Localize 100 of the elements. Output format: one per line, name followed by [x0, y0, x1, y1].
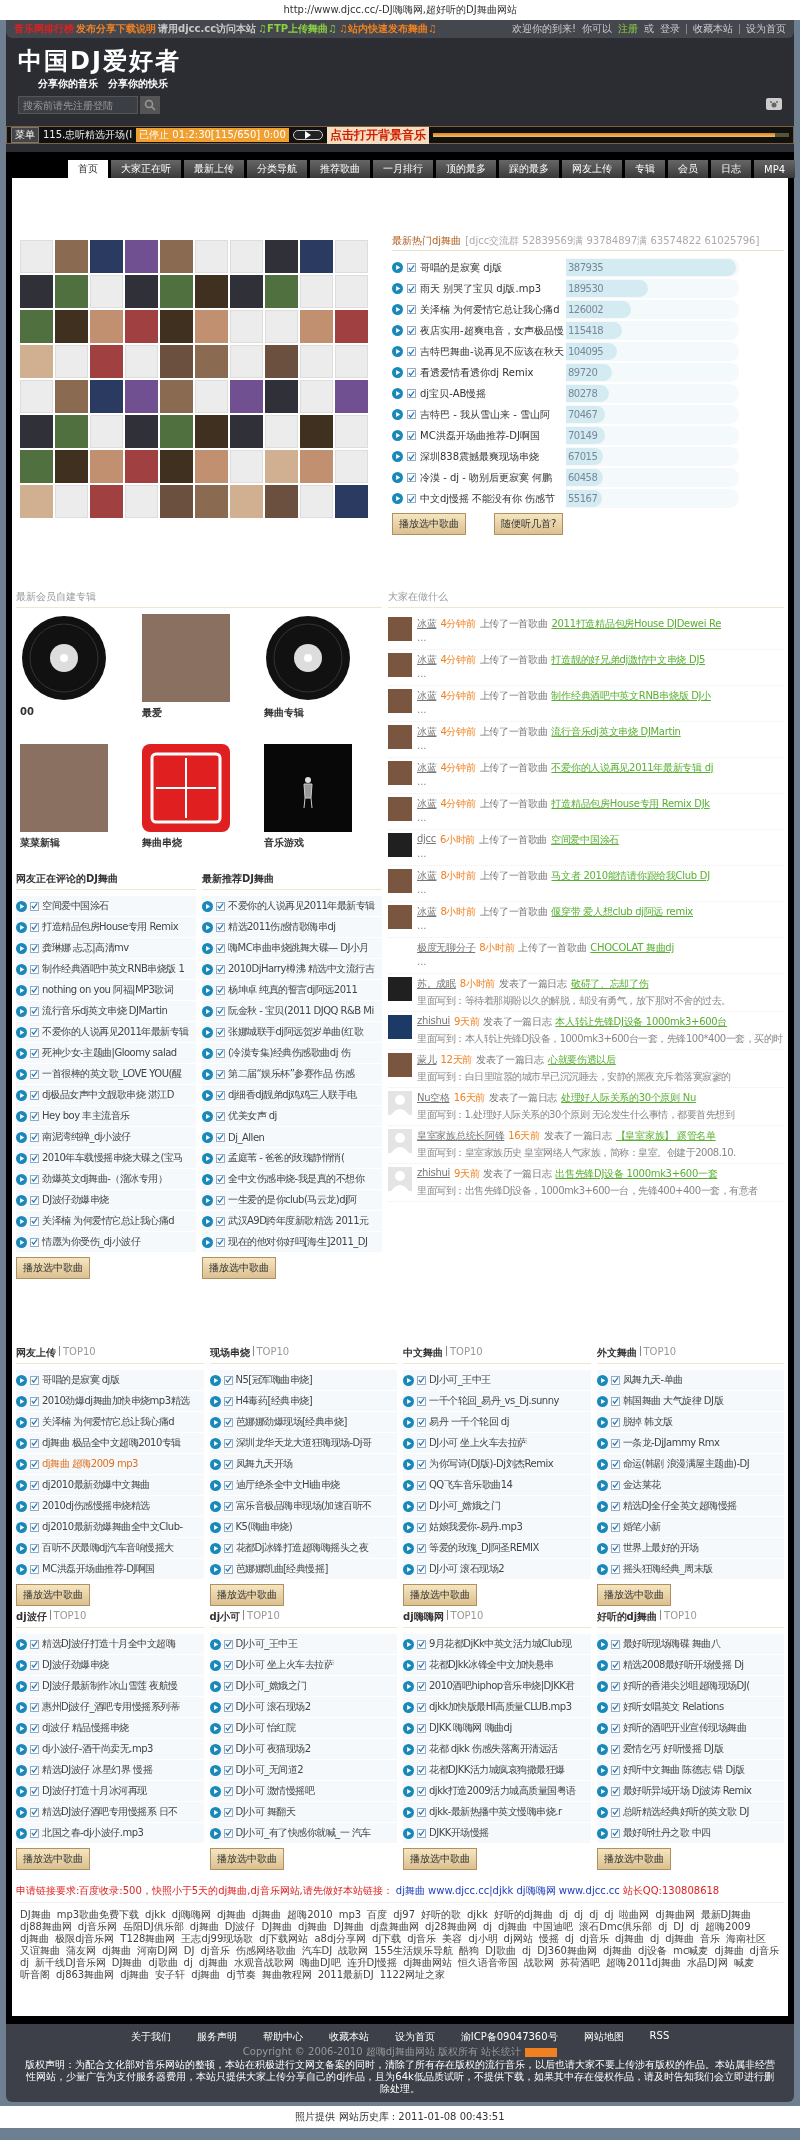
checkbox[interactable] [223, 1522, 233, 1532]
keyword-link[interactable]: dj下载网站 [259, 1933, 309, 1945]
song-link[interactable]: 关泽楠 为何爱情它总让我心痛d [420, 302, 562, 317]
play-icon[interactable] [202, 1026, 213, 1038]
keyword-link[interactable]: dj盘舞曲网 [369, 1921, 420, 1933]
checkbox[interactable] [407, 368, 416, 377]
play-icon[interactable] [16, 1479, 27, 1491]
keyword-link[interactable]: DJ舞曲 [111, 1957, 143, 1969]
play-icon[interactable] [16, 1047, 27, 1059]
keyword-link[interactable]: dj舞曲 [665, 1933, 695, 1945]
keyword-link[interactable]: mc喊麦 [673, 1945, 709, 1957]
play-icon[interactable] [403, 1563, 414, 1575]
stats-badge-icon[interactable] [525, 2047, 558, 2057]
checkbox[interactable] [30, 1027, 39, 1037]
keyword-link[interactable]: dj舞曲 [102, 1945, 132, 1957]
album-title[interactable]: 00 [20, 706, 132, 717]
play-icon[interactable] [403, 1701, 414, 1713]
checkbox[interactable] [30, 1396, 39, 1406]
song-link[interactable]: 中文dj慢摇 不能没有你 伤感节 [420, 491, 562, 506]
play-icon[interactable] [596, 1680, 608, 1692]
keyword-link[interactable]: djkk [467, 1909, 488, 1921]
header-link[interactable]: ♫站内快速发布舞曲♫ [339, 22, 437, 36]
play-icon[interactable] [209, 1395, 221, 1407]
play-icon[interactable] [202, 1236, 213, 1248]
play-icon[interactable] [209, 1806, 221, 1818]
paw-icon[interactable] [766, 98, 782, 110]
album-title[interactable]: 菜菜新辑 [20, 836, 132, 850]
checkbox[interactable] [30, 1048, 39, 1058]
checkbox[interactable] [610, 1786, 620, 1796]
site-link[interactable]: dj舞曲 www.djcc.cc|djkk dj嗨嗨网 www.djcc.cc [395, 1884, 620, 1898]
checkbox[interactable] [30, 1639, 39, 1649]
background-music-banner[interactable]: 点击打开背景音乐 [326, 126, 429, 144]
keyword-link[interactable]: dj网站 [503, 1933, 533, 1945]
album-title[interactable]: 舞曲串烧 [142, 836, 254, 850]
keyword-link[interactable]: dj97 [393, 1909, 415, 1921]
play-icon[interactable] [16, 1806, 27, 1818]
footer-link[interactable]: 网站地图 [583, 2030, 624, 2044]
checkbox[interactable] [30, 1111, 39, 1121]
play-icon[interactable] [392, 451, 403, 462]
play-icon[interactable] [596, 1743, 608, 1755]
checkbox[interactable] [417, 1522, 426, 1532]
nav-tab[interactable]: 最新上传 [184, 160, 244, 178]
play-button[interactable]: 播放选中歌曲 [403, 1584, 477, 1606]
user-link[interactable]: 冰蓝 [417, 653, 437, 667]
song-link[interactable]: 脱掉 韩文版 [622, 1415, 673, 1429]
play-icon[interactable] [403, 1680, 414, 1692]
play-icon[interactable] [202, 1173, 213, 1185]
play-icon[interactable] [596, 1785, 608, 1797]
checkbox[interactable] [30, 1522, 39, 1532]
play-icon[interactable] [16, 1110, 27, 1122]
song-link[interactable]: 优美女声 dj [228, 1109, 277, 1123]
play-icon[interactable] [16, 1026, 27, 1038]
song-link[interactable]: 深圳838震撼最爽现场串烧 [420, 449, 562, 464]
play-icon[interactable] [16, 1374, 27, 1386]
keyword-link[interactable]: dj嗨嗨网 [171, 1909, 211, 1921]
checkbox[interactable] [223, 1480, 233, 1490]
play-icon[interactable] [596, 1722, 608, 1734]
keyword-link[interactable]: 慢摇 [538, 1933, 559, 1945]
play-icon[interactable] [202, 1215, 213, 1227]
play-icon[interactable] [403, 1542, 414, 1554]
keyword-link[interactable]: 好听的歌 [421, 1909, 461, 1921]
checkbox[interactable] [30, 922, 39, 932]
search-button[interactable] [140, 96, 160, 114]
checkbox[interactable] [407, 263, 416, 272]
play-icon[interactable] [403, 1764, 414, 1776]
keyword-link[interactable]: dj88舞曲网 [20, 1921, 72, 1933]
checkbox[interactable] [30, 1438, 39, 1448]
keyword-link[interactable]: dj舞曲 [198, 1957, 228, 1969]
keyword-link[interactable]: dj [20, 1957, 30, 1969]
user-link[interactable]: 冰蓝 [417, 689, 437, 703]
keyword-link[interactable]: dj下载 [372, 1933, 402, 1945]
footer-link[interactable]: 收藏本站 [328, 2030, 369, 2044]
keyword-link[interactable]: dj音乐 [749, 1945, 779, 1957]
play-button[interactable]: 播放选中歌曲 [596, 1584, 671, 1606]
checkbox[interactable] [223, 1375, 233, 1385]
play-icon[interactable] [16, 900, 27, 912]
play-icon[interactable] [202, 1152, 213, 1164]
play-icon[interactable] [16, 1458, 27, 1470]
play-icon[interactable] [16, 1722, 27, 1734]
play-icon[interactable] [596, 1458, 608, 1470]
play-icon[interactable] [392, 325, 403, 336]
checkbox[interactable] [223, 1744, 233, 1754]
checkbox[interactable] [407, 410, 416, 419]
song-link[interactable]: 哥唱的是寂寞 dj版 [420, 260, 562, 275]
keyword-link[interactable]: dj舞曲 [252, 1909, 282, 1921]
play-icon[interactable] [209, 1374, 221, 1386]
checkbox[interactable] [407, 347, 416, 356]
checkbox[interactable] [417, 1807, 426, 1817]
header-link[interactable]: 请用djcc.cc访问本站 [158, 22, 257, 36]
keyword-link[interactable]: 啦曲网 [619, 1909, 650, 1921]
checkbox[interactable] [30, 985, 39, 995]
keyword-link[interactable]: 155生活娱乐导航 [374, 1945, 454, 1957]
song-link[interactable]: 吉特巴 - 我从雪山来 - 雪山阿 [420, 407, 562, 422]
checkbox[interactable] [610, 1828, 620, 1838]
play-icon[interactable] [596, 1374, 608, 1386]
keyword-link[interactable]: 超嗨2010 [287, 1909, 333, 1921]
play-icon[interactable] [16, 1563, 27, 1575]
login-link[interactable]: 登录 [660, 22, 680, 36]
checkbox[interactable] [216, 1132, 225, 1142]
checkbox[interactable] [223, 1660, 233, 1670]
